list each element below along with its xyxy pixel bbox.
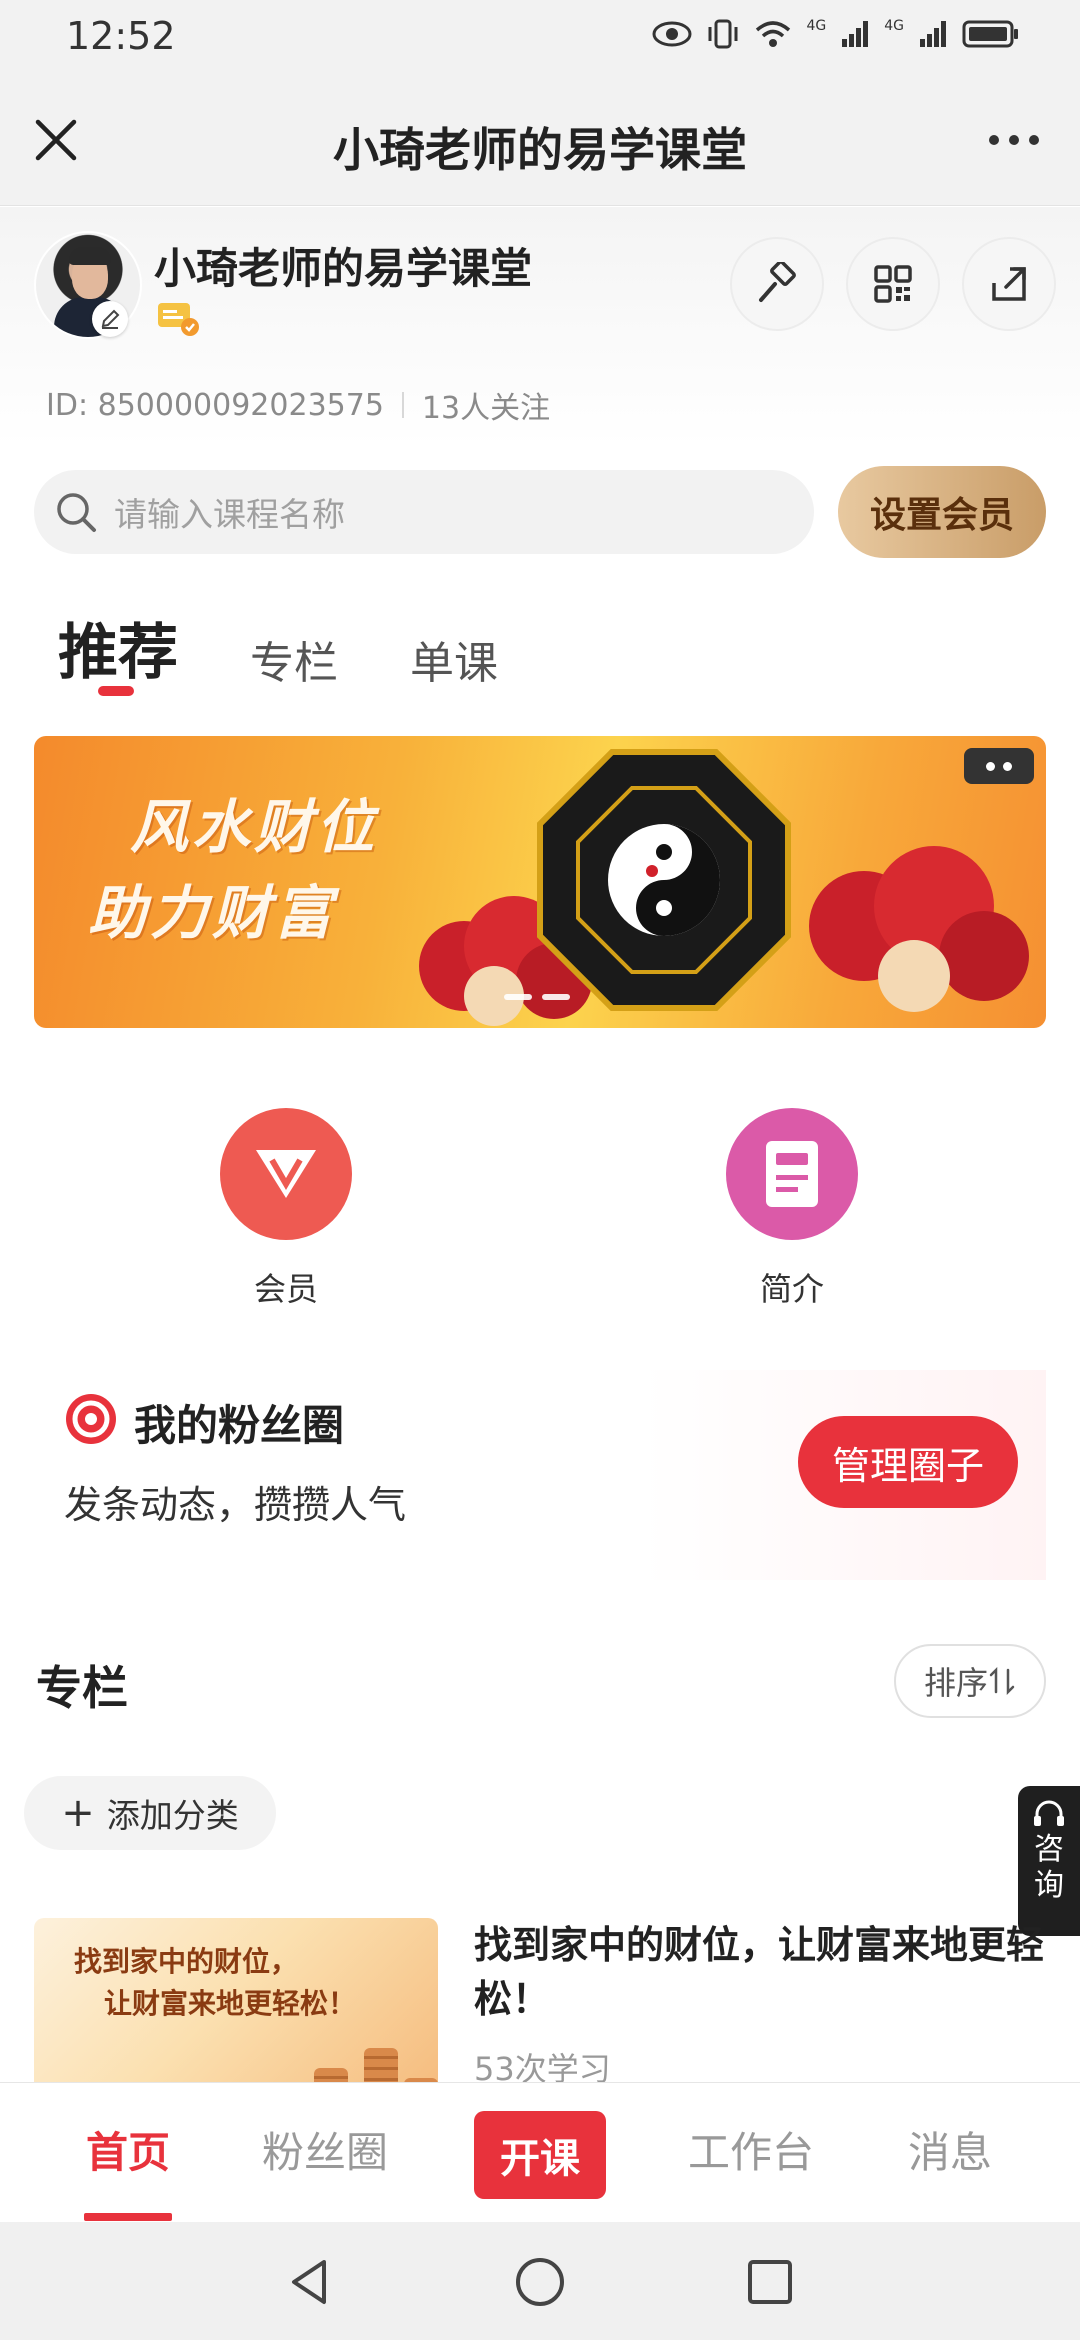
qrcode-button[interactable] [846, 237, 940, 331]
quick-link-label: 会员 [253, 1270, 318, 1308]
profile-meta: ID: 850000092023575 13人关注 [46, 383, 550, 427]
status-icons: 4G 4G [652, 18, 1020, 50]
active-tab-indicator [98, 686, 134, 696]
consult-button[interactable]: 咨 询 [1018, 1786, 1080, 1936]
profile-header: 小琦老师的易学课堂 ID: 850000092023575 13人关注 [0, 207, 1080, 447]
home-icon[interactable] [514, 2256, 566, 2308]
home-active-indicator [84, 2213, 172, 2221]
share-button[interactable] [962, 237, 1056, 331]
set-member-button[interactable]: 设置会员 [838, 466, 1046, 558]
id-label: ID: 850000092023575 [46, 388, 384, 423]
thumb-line-2: 让财富来地更轻松！ [104, 1987, 357, 2020]
network-label-2: 4G [884, 18, 904, 34]
avatar-hair [69, 247, 111, 265]
wifi-icon [756, 21, 791, 47]
more-icon-dot [1029, 135, 1039, 145]
more-icon-dot [1009, 135, 1019, 145]
dot [986, 761, 995, 771]
more-button[interactable] [982, 120, 1046, 160]
id-value: 850000092023575 [97, 387, 384, 423]
network-label-1: 4G [806, 18, 827, 34]
tab-home[interactable]: 首页 [86, 2119, 170, 2180]
fans-circle-icon [66, 1394, 116, 1444]
tab-open-course[interactable]: 开课 [474, 2111, 606, 2199]
page-dot [504, 994, 532, 1000]
add-category-button[interactable]: + 添加分类 [24, 1776, 276, 1850]
page-dot [542, 994, 570, 1000]
bagua-icon [537, 749, 791, 1011]
qrcode-icon [874, 265, 912, 303]
tab-single-course[interactable]: 单课 [410, 627, 498, 691]
bottom-tab-bar: 首页 粉丝圈 开课 工作台 消息 [0, 2082, 1080, 2222]
share-icon [992, 267, 1026, 301]
signal-icon [920, 21, 946, 47]
plus-icon: + [61, 1790, 95, 1836]
sort-label: 排序 [923, 1664, 988, 1702]
book-icon [766, 1141, 818, 1207]
fans-circle-card[interactable]: 我的粉丝圈 发条动态，攒攒人气 管理圈子 [34, 1370, 1046, 1580]
more-icon [989, 135, 999, 145]
edit-avatar-button[interactable] [92, 301, 128, 337]
eye-icon [652, 21, 692, 47]
intro-circle [726, 1108, 858, 1240]
title-bar: 小琦老师的易学课堂 [0, 78, 1080, 206]
app-screen: 12:52 4G 4G 小琦老师的易学课堂 小琦老师的易学课堂 ID: 8500… [0, 0, 1080, 2340]
vip-diamond-icon [256, 1150, 316, 1198]
search-placeholder: 请输入课程名称 [114, 495, 345, 534]
content-tabs: 推荐 专栏 单课 [58, 604, 498, 691]
quick-link-member[interactable]: 会员 [186, 1108, 386, 1310]
sort-arrows-icon [989, 1666, 1015, 1696]
vibrate-icon [708, 19, 738, 49]
search-icon [57, 493, 96, 532]
tab-messages[interactable]: 消息 [908, 2119, 992, 2180]
system-nav-bar [0, 2222, 1080, 2340]
consult-label-1: 咨 [1034, 1832, 1064, 1867]
tab-recommend[interactable]: 推荐 [58, 604, 178, 691]
course-search-input[interactable]: 请输入课程名称 [34, 470, 814, 554]
tab-workbench[interactable]: 工作台 [688, 2119, 814, 2180]
tab-column[interactable]: 专栏 [250, 627, 338, 691]
battery-icon [962, 20, 1018, 48]
hammer-icon [759, 262, 796, 302]
cloud-right-icon [809, 846, 1029, 1012]
banner-line-2: 助力财富 [88, 879, 337, 947]
followers-count[interactable]: 13人关注 [422, 383, 550, 427]
tab-fans[interactable]: 粉丝圈 [262, 2119, 388, 2180]
member-circle [220, 1108, 352, 1240]
sort-button[interactable]: 排序 [894, 1644, 1046, 1718]
pencil-icon [101, 309, 120, 329]
page-title: 小琦老师的易学课堂 [333, 123, 747, 177]
fans-circle-title: 我的粉丝圈 [134, 1401, 345, 1450]
recents-icon[interactable] [744, 2256, 796, 2308]
verified-badge [156, 299, 200, 337]
profile-name: 小琦老师的易学课堂 [154, 244, 533, 293]
profile-actions [730, 237, 1056, 331]
add-category-label: 添加分类 [106, 1796, 239, 1835]
thumb-line-1: 找到家中的财位， [74, 1945, 299, 1978]
quick-link-intro[interactable]: 简介 [692, 1108, 892, 1310]
divider [401, 392, 404, 418]
back-icon[interactable] [284, 2256, 336, 2308]
dot [1003, 761, 1012, 771]
badge-icon [158, 303, 199, 336]
banner-pagination [504, 994, 570, 1000]
manage-circle-button[interactable]: 管理圈子 [798, 1416, 1018, 1508]
decorate-button[interactable] [730, 237, 824, 331]
signal-icon [842, 21, 869, 47]
status-time: 12:52 [66, 14, 176, 58]
status-bar: 12:52 4G 4G [0, 0, 1080, 78]
id-prefix: ID: [46, 387, 89, 423]
course-title: 找到家中的财位，让财富来地更轻松！ [474, 1923, 1045, 2021]
banner-more-button[interactable] [964, 748, 1034, 784]
promo-banner[interactable]: 风水财位 助力财富 [34, 736, 1046, 1028]
consult-label-2: 询 [1034, 1868, 1064, 1903]
section-title: 专栏 [36, 1661, 128, 1715]
quick-link-label: 简介 [759, 1270, 824, 1308]
banner-line-1: 风水财位 [130, 793, 379, 861]
fans-circle-subtitle: 发条动态，攒攒人气 [64, 1483, 407, 1527]
headset-icon [1034, 1800, 1064, 1826]
course-card[interactable]: 找到家中的财位， 让财富来地更轻松！ 找到家中的财位，让财富来地更轻松！ 53次… [34, 1918, 1046, 2118]
